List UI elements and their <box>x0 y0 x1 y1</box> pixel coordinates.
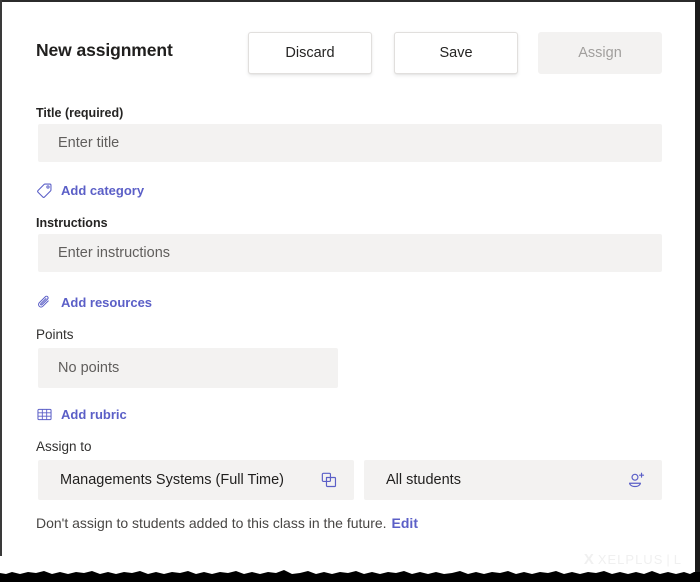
screenshot-root: New assignment Discard Save Assign Title… <box>0 0 700 582</box>
add-category-label: Add category <box>61 183 145 198</box>
add-resources-label: Add resources <box>61 295 153 310</box>
discard-button-label: Discard <box>285 45 335 61</box>
new-assignment-panel: New assignment Discard Save Assign Title… <box>2 2 695 556</box>
discard-button[interactable]: Discard <box>248 32 372 74</box>
panel-header: New assignment Discard Save Assign <box>2 2 695 88</box>
person-add-icon[interactable] <box>627 471 662 490</box>
title-field-label: Title (required) <box>36 106 124 120</box>
grid-icon <box>36 406 53 423</box>
watermark-x-mark: X <box>583 551 595 568</box>
assign-button-label: Assign <box>578 45 622 61</box>
page-title: New assignment <box>36 40 173 60</box>
points-field-label: Points <box>36 327 74 342</box>
add-resources-button[interactable]: Add resources <box>36 294 152 311</box>
tag-icon <box>36 182 53 199</box>
add-category-button[interactable]: Add category <box>36 182 144 199</box>
students-selector[interactable]: All students <box>364 460 662 500</box>
points-input[interactable]: No points <box>38 348 338 388</box>
points-input-placeholder: No points <box>58 360 120 376</box>
watermark-separator: | <box>666 552 671 567</box>
paperclip-icon <box>36 294 53 311</box>
watermark-name: XELPLUS <box>597 552 664 567</box>
instructions-input[interactable]: Enter instructions <box>38 234 662 272</box>
save-button-label: Save <box>439 45 473 61</box>
class-selector-value: Managements Systems (Full Time) <box>60 472 285 488</box>
add-rubric-label: Add rubric <box>61 407 127 422</box>
add-rubric-button[interactable]: Add rubric <box>36 406 127 423</box>
assign-button: Assign <box>538 32 662 74</box>
edit-link[interactable]: Edit <box>392 515 418 531</box>
future-students-note: Don't assign to students added to this c… <box>36 515 418 531</box>
copy-icon[interactable] <box>320 471 354 489</box>
instructions-field-label: Instructions <box>36 216 108 230</box>
instructions-input-placeholder: Enter instructions <box>58 245 171 261</box>
window-right-border <box>695 0 700 582</box>
students-selector-value: All students <box>386 472 461 488</box>
save-button[interactable]: Save <box>394 32 518 74</box>
assign-to-label: Assign to <box>36 439 92 454</box>
class-selector[interactable]: Managements Systems (Full Time) <box>38 460 354 500</box>
title-input[interactable]: Enter title <box>38 124 662 162</box>
xelplus-watermark: X XELPLUS | L <box>584 551 682 568</box>
future-students-note-text: Don't assign to students added to this c… <box>36 515 387 531</box>
watermark-suffix: L <box>673 552 682 567</box>
title-input-placeholder: Enter title <box>58 135 120 151</box>
